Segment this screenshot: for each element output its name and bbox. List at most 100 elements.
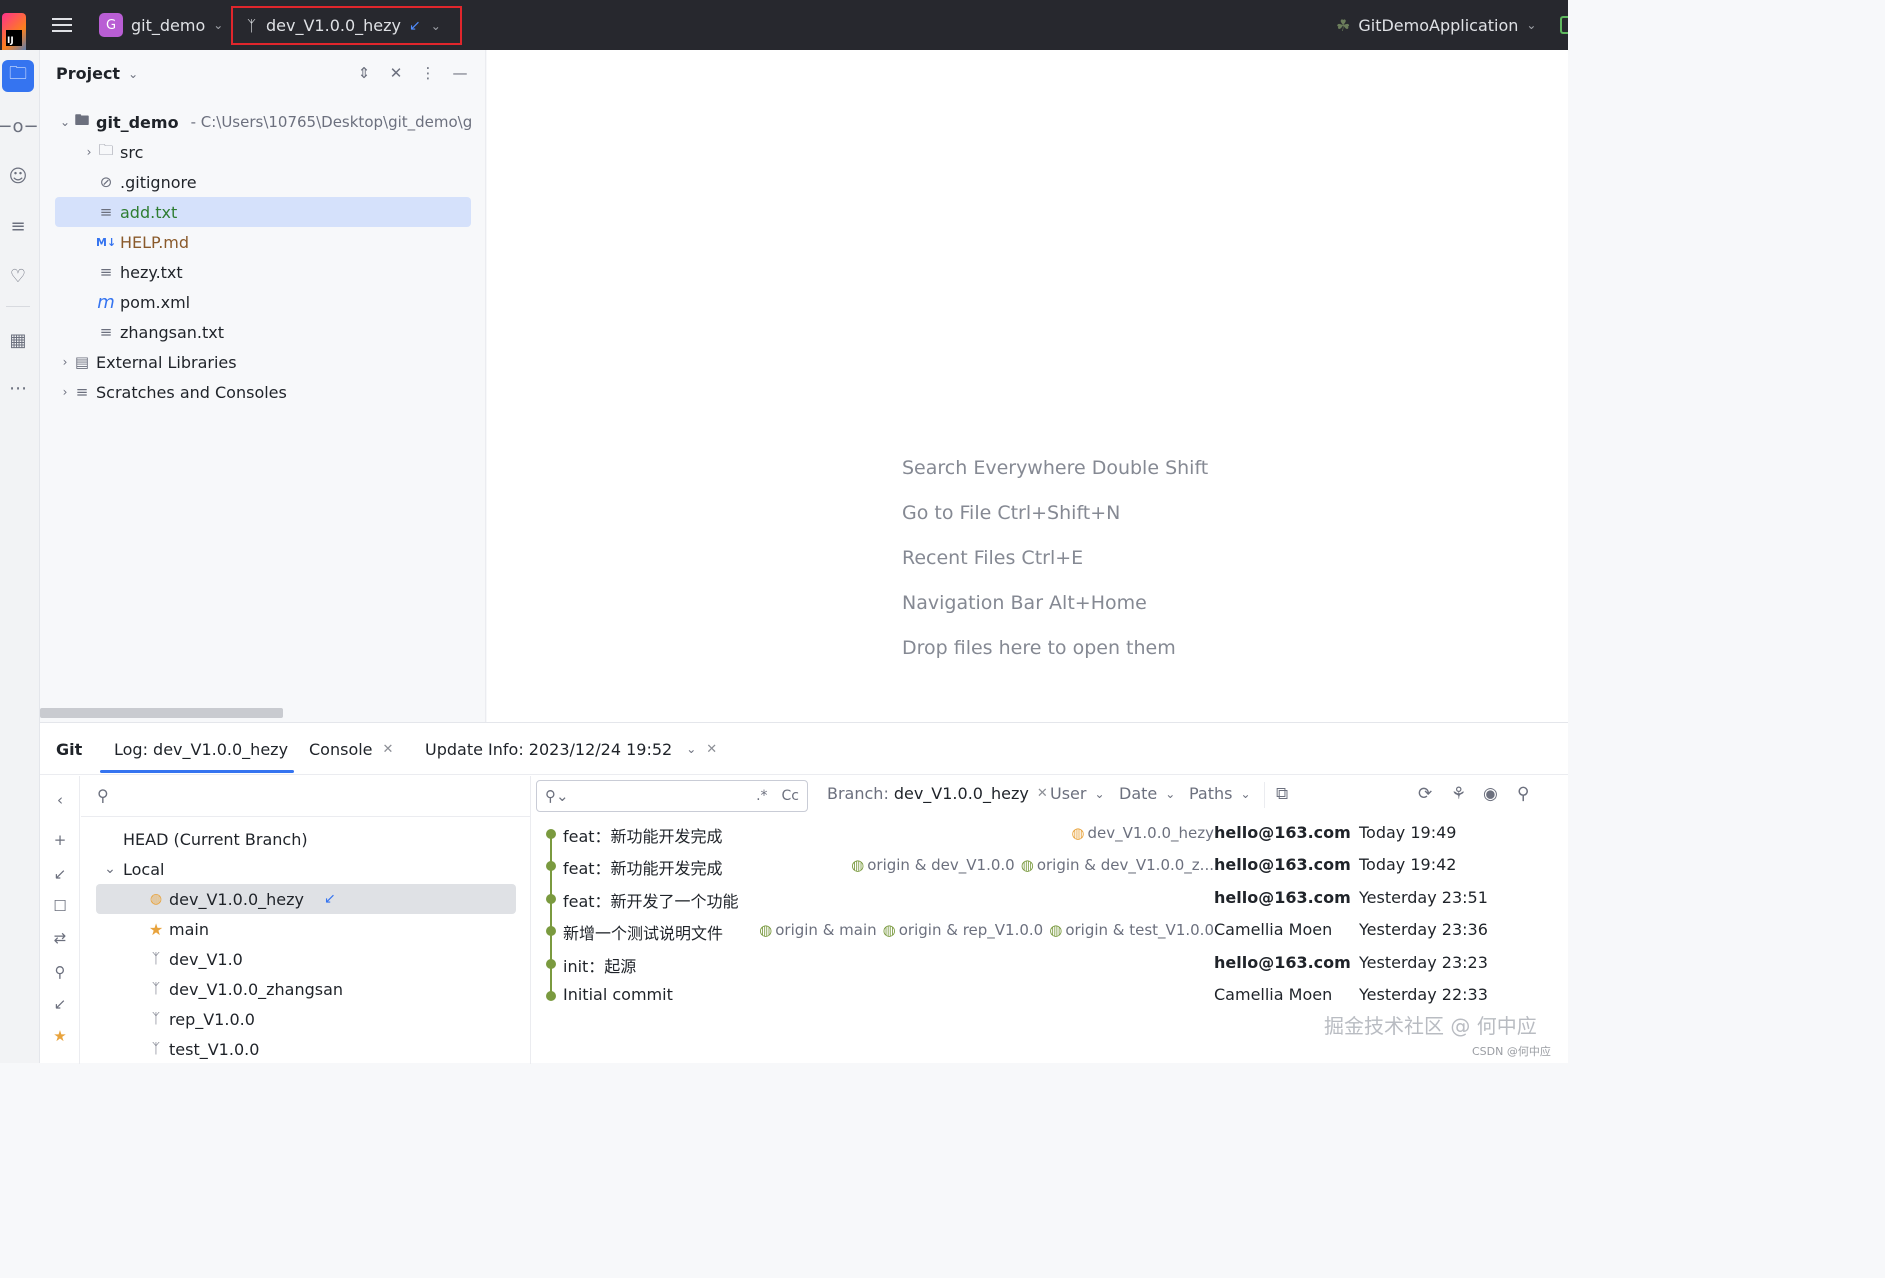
- project-name: git_demo: [131, 15, 206, 35]
- star-icon: ★: [148, 919, 164, 939]
- tab-console[interactable]: Console ✕: [309, 723, 393, 775]
- cherry-pick-icon[interactable]: ⚘: [1451, 784, 1466, 804]
- project-panel-actions: ⇕ ✕ ⋮ —: [355, 64, 469, 82]
- hint-navigation-bar: Navigation Bar Alt+Home: [902, 592, 1147, 614]
- branch-item[interactable]: ᛉ dev_V1.0: [81, 944, 531, 974]
- commit-row[interactable]: Initial commit Camellia Moen Yesterday 2…: [532, 980, 1568, 1012]
- commit-icon[interactable]: −o−: [0, 110, 39, 142]
- search-icon[interactable]: ⚲: [48, 960, 72, 984]
- tree-item-src[interactable]: › 🗀 src: [40, 137, 486, 167]
- commit-refs: ◍ origin & main ◍ origin & rep_V1.0.0 ◍ ori…: [759, 921, 1214, 939]
- project-widget[interactable]: G git_demo ⌄: [99, 0, 223, 50]
- gitlab-icon[interactable]: ♡: [2, 260, 34, 292]
- chevron-right-icon: ›: [62, 355, 68, 369]
- add-icon[interactable]: +: [48, 828, 72, 852]
- structure-icon[interactable]: ≡: [2, 210, 34, 242]
- tree-item-zhangsan-txt[interactable]: ≡ zhangsan.txt: [40, 317, 486, 347]
- close-icon[interactable]: ✕: [706, 742, 717, 757]
- branch-item[interactable]: ◍ dev_V1.0.0_hezy ↙: [81, 884, 531, 914]
- compare-icon[interactable]: ⇄: [48, 926, 72, 950]
- maven-file-icon: m: [97, 291, 115, 313]
- tree-item-scratches[interactable]: › ≡ Scratches and Consoles: [40, 377, 486, 407]
- regex-toggle[interactable]: .*: [756, 788, 767, 804]
- watermark: 掘金技术社区 @ 何中应: [1324, 1014, 1537, 1038]
- delete-icon[interactable]: ☐: [48, 894, 72, 918]
- tree-item-gitignore[interactable]: ⊘ .gitignore: [40, 167, 486, 197]
- selection-highlight: [55, 197, 471, 227]
- commit-row[interactable]: feat：新功能开发完成 ◍ origin & dev_V1.0.0 ◍ origi…: [532, 850, 1568, 882]
- ignored-file-icon: ⊘: [99, 173, 113, 191]
- branch-item[interactable]: ★ main: [81, 914, 531, 944]
- paths-filter[interactable]: Paths ⌄: [1189, 784, 1251, 803]
- clear-filter-icon[interactable]: ✕: [1037, 786, 1048, 801]
- hide-icon[interactable]: —: [451, 64, 469, 82]
- project-path: - C:\Users\10765\Desktop\git_demo\g: [190, 113, 473, 131]
- user-filter[interactable]: User ⌄: [1050, 784, 1105, 803]
- divider: [81, 816, 531, 817]
- tab-log[interactable]: Log: dev_V1.0.0_hezy: [114, 723, 288, 775]
- commit-row[interactable]: init：起源 hello@163.com Yesterday 23:23: [532, 948, 1568, 980]
- main-menu-icon[interactable]: [52, 0, 74, 50]
- collapse-left-icon[interactable]: ‹: [48, 788, 72, 812]
- current-branch-tag-icon: ◍: [149, 891, 163, 907]
- commit-row[interactable]: feat：新开发了一个功能 hello@163.com Yesterday 23…: [532, 883, 1568, 915]
- update-icon[interactable]: ↙: [48, 862, 72, 886]
- expand-all-icon[interactable]: ⇕: [355, 64, 373, 82]
- commit-row[interactable]: 新增一个测试说明文件 ◍ origin & main ◍ origin & rep_…: [532, 915, 1568, 947]
- refresh-icon[interactable]: ⟳: [1418, 784, 1432, 804]
- search-icon[interactable]: ⚲: [97, 786, 109, 805]
- branch-icon: ᛉ: [247, 16, 257, 35]
- options-icon[interactable]: ⋮: [419, 64, 437, 82]
- tree-item-external-libraries[interactable]: › ▤ External Libraries: [40, 347, 486, 377]
- project-folder-icon[interactable]: 🗀: [2, 60, 34, 92]
- view-options-icon[interactable]: ◉: [1483, 784, 1498, 804]
- project-panel-title[interactable]: Project ⌄: [56, 64, 138, 83]
- fetch-icon[interactable]: ↙: [48, 992, 72, 1016]
- pull-requests-icon[interactable]: ☺: [2, 160, 34, 192]
- chevron-down-icon[interactable]: ⌄: [686, 742, 696, 756]
- branch-filter[interactable]: Branch: dev_V1.0.0_hezy ✕: [827, 784, 1048, 803]
- divider: [6, 306, 30, 307]
- star-icon[interactable]: ★: [48, 1024, 72, 1048]
- tab-update-info[interactable]: Update Info: 2023/12/24 19:52 ⌄ ✕: [425, 723, 717, 775]
- chevron-down-icon: ⌄: [128, 66, 139, 81]
- commit-node: [546, 829, 556, 839]
- branch-group-local[interactable]: ⌄ Local: [81, 854, 531, 884]
- match-case-toggle[interactable]: Cc: [782, 788, 799, 804]
- search-icon[interactable]: ⚲: [1517, 784, 1529, 804]
- branch-item[interactable]: ᛉ dev_V1.0.0_zhangsan: [81, 974, 531, 1004]
- branch-head[interactable]: HEAD (Current Branch): [81, 824, 531, 854]
- chevron-down-icon: ⌄: [1094, 786, 1105, 801]
- tree-item-add-txt[interactable]: ≡ add.txt: [40, 197, 486, 227]
- commit-node: [546, 894, 556, 904]
- date-filter[interactable]: Date ⌄: [1119, 784, 1175, 803]
- commit-row[interactable]: feat：新功能开发完成 ◍ dev_V1.0.0_hezy hello@163.…: [532, 818, 1568, 850]
- tree-item-help-md[interactable]: M↓ HELP.md: [40, 227, 486, 257]
- branch-icon: ᛉ: [151, 981, 161, 997]
- hint-go-to-file: Go to File Ctrl+Shift+N: [902, 502, 1121, 524]
- close-icon[interactable]: ✕: [383, 742, 394, 757]
- branch-widget[interactable]: ᛉ dev_V1.0.0_hezy ↙ ⌄: [231, 6, 462, 45]
- tag-icon: ◍: [1020, 856, 1034, 874]
- new-tab-icon[interactable]: ⧉: [1276, 784, 1288, 804]
- plugins-icon[interactable]: ▦: [2, 324, 34, 356]
- branch-item[interactable]: ᛉ rep_V1.0.0: [81, 1004, 531, 1034]
- run-configuration-widget[interactable]: ☘ GitDemoApplication ⌄: [1336, 0, 1536, 50]
- collapse-all-icon[interactable]: ✕: [387, 64, 405, 82]
- text-file-icon: ≡: [99, 263, 113, 281]
- chevron-right-icon: ›: [86, 145, 92, 159]
- tab-git[interactable]: Git: [56, 723, 82, 775]
- tree-item-hezy-txt[interactable]: ≡ hezy.txt: [40, 257, 486, 287]
- active-tab-indicator: [100, 770, 294, 773]
- tree-item-pom-xml[interactable]: m pom.xml: [40, 287, 486, 317]
- log-search-input[interactable]: ⚲⌄ .* Cc: [536, 780, 808, 812]
- commit-refs: ◍ origin & dev_V1.0.0 ◍ origin & dev_V1.0.…: [851, 856, 1214, 874]
- horizontal-scrollbar[interactable]: [40, 708, 283, 718]
- branches-panel: ⚲ HEAD (Current Branch) ⌄ Local ◍ dev_V1…: [81, 776, 531, 1064]
- run-button[interactable]: [1560, 16, 1568, 34]
- more-icon[interactable]: ⋯: [2, 372, 34, 404]
- hint-search-everywhere: Search Everywhere Double Shift: [902, 457, 1209, 479]
- branch-item[interactable]: ᛉ test_V1.0.0: [81, 1034, 531, 1064]
- chevron-down-icon: ⌄: [213, 18, 224, 32]
- tree-item-git-demo[interactable]: ⌄ 🖿 git_demo - C:\Users\10765\Desktop\gi…: [40, 107, 486, 137]
